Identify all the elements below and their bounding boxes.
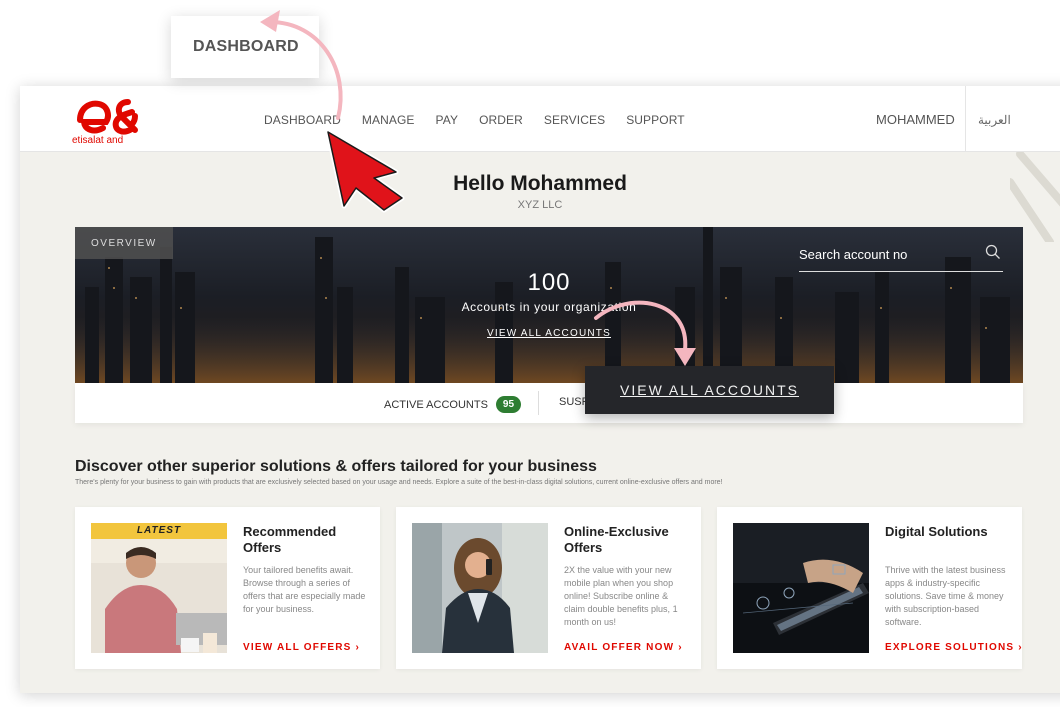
overview-hero: OVERVIEW 100 Accounts in your organizati… [75, 227, 1023, 383]
nav-order[interactable]: ORDER [479, 113, 523, 127]
nav-services[interactable]: SERVICES [544, 113, 605, 127]
dashboard-callout: DASHBOARD [171, 16, 319, 78]
digital-tablet-photo [733, 523, 869, 653]
avail-offer-button[interactable]: AVAIL OFFER NOW › [564, 642, 683, 653]
greeting-title: Hello Mohammed [453, 172, 627, 195]
top-header: etisalat and DASHBOARD MANAGE PAY ORDER … [20, 86, 1060, 152]
user-name[interactable]: MOHAMMED [876, 112, 955, 127]
card-online-exclusive[interactable]: Online-Exclusive Offers 2X the value wit… [396, 507, 701, 669]
woman-phone-photo [412, 523, 548, 653]
explore-solutions-button[interactable]: EXPLORE SOLUTIONS › [885, 642, 1023, 653]
latest-tag: LATEST [91, 523, 227, 539]
accounts-count: 100 [527, 269, 571, 296]
main-nav: DASHBOARD MANAGE PAY ORDER SERVICES SUPP… [264, 113, 706, 127]
logo-text: etisalat and [72, 135, 124, 146]
card-description: 2X the value with your new mobile plan w… [564, 565, 678, 627]
search-icon[interactable] [985, 244, 1001, 260]
card-title: Online-Exclusive Offers [564, 524, 669, 555]
card-title: Digital Solutions [885, 524, 988, 539]
language-switch[interactable]: العربية [978, 113, 1011, 127]
offers-photo: LATEST [91, 523, 227, 653]
view-all-offers-button[interactable]: VIEW ALL OFFERS › [243, 642, 360, 653]
card-digital-solutions[interactable]: Digital Solutions Thrive with the latest… [717, 507, 1022, 669]
zoom-label: VIEW ALL ACCOUNTS [620, 382, 799, 398]
accounts-subtitle: Accounts in your organization [461, 300, 637, 314]
nav-manage[interactable]: MANAGE [362, 113, 415, 127]
status-divider [538, 391, 539, 415]
card-title: Recommended Offers [243, 524, 337, 555]
nav-pay[interactable]: PAY [436, 113, 459, 127]
header-divider [965, 86, 966, 152]
card-description: Your tailored benefits await. Browse thr… [243, 565, 366, 614]
app-window: etisalat and DASHBOARD MANAGE PAY ORDER … [20, 86, 1060, 693]
active-count-badge: 95 [495, 396, 522, 413]
stage: etisalat and DASHBOARD MANAGE PAY ORDER … [0, 0, 1060, 707]
company-name: XYZ LLC [517, 199, 563, 211]
account-search-placeholder: Search account no [799, 247, 908, 262]
view-all-accounts-zoom: VIEW ALL ACCOUNTS [585, 366, 834, 414]
active-accounts[interactable]: ACTIVE ACCOUNTS 95 [384, 396, 522, 413]
discover-subtitle: There's plenty for your business to gain… [75, 479, 723, 486]
overview-tag: OVERVIEW [75, 227, 173, 259]
nav-dashboard[interactable]: DASHBOARD [264, 113, 341, 127]
card-description: Thrive with the latest business apps & i… [885, 565, 1006, 627]
discover-title: Discover other superior solutions & offe… [75, 458, 597, 475]
view-all-accounts-link[interactable]: VIEW ALL ACCOUNTS [75, 328, 1023, 339]
card-recommended-offers[interactable]: LATEST Recommended Offers Your tailored … [75, 507, 380, 669]
account-status-bar: ACTIVE ACCOUNTS 95 SUSP [75, 383, 1023, 423]
nav-support[interactable]: SUPPORT [626, 113, 685, 127]
active-accounts-label: ACTIVE ACCOUNTS [384, 398, 488, 411]
account-search[interactable]: Search account no [799, 244, 1003, 272]
